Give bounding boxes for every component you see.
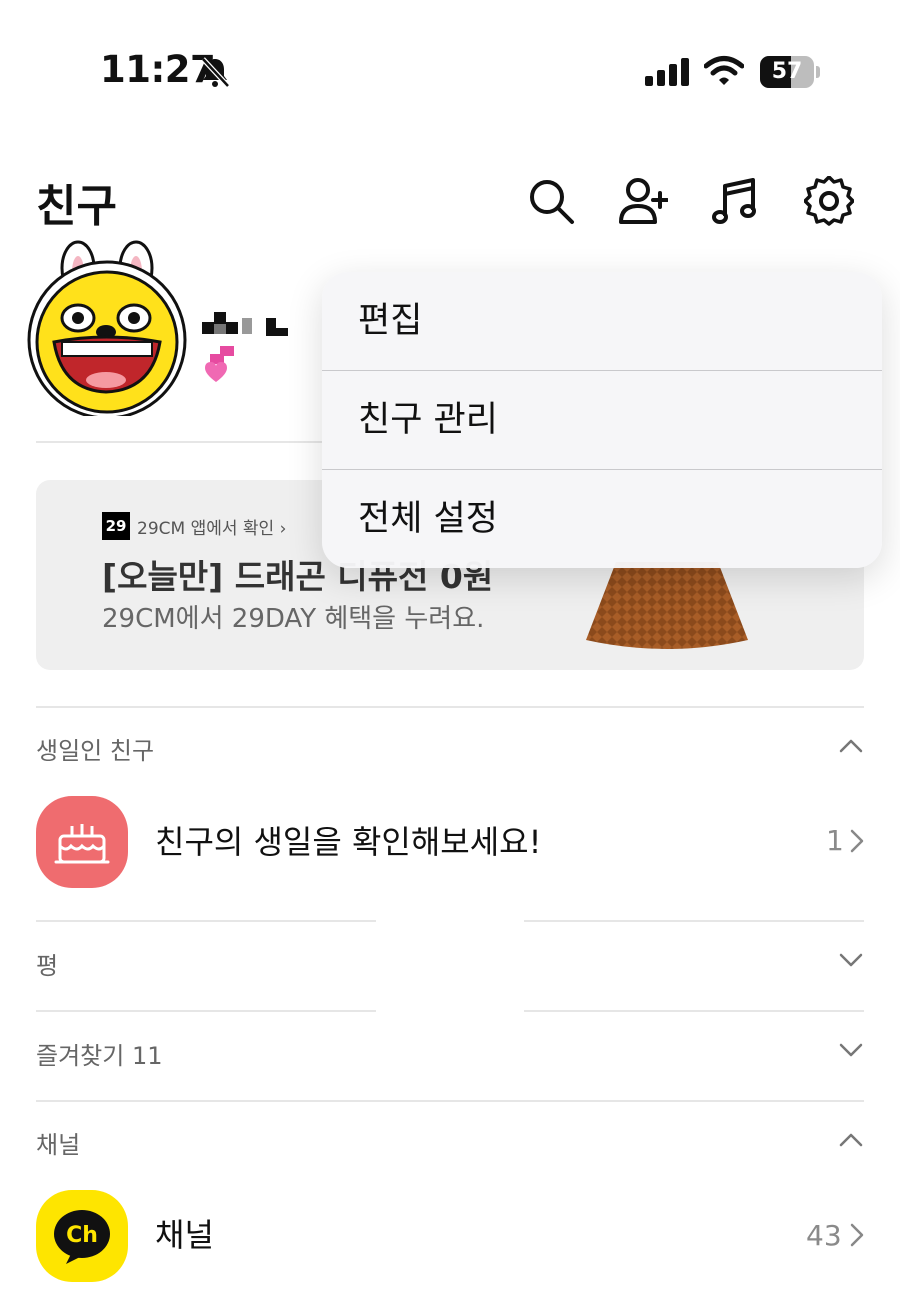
chevron-right-icon[interactable] (850, 829, 864, 853)
menu-item-edit[interactable]: 편집 (322, 272, 882, 370)
cake-icon (54, 824, 110, 864)
section-title-favorites: 즐겨찾기 11 (36, 1042, 163, 1070)
basket-image (586, 562, 748, 649)
section-divider (524, 1010, 864, 1012)
menu-item-manage-friends[interactable]: 친구 관리 (322, 371, 882, 469)
section-divider (36, 920, 376, 922)
profile-name-pixel-art (202, 312, 288, 382)
bell-slash-icon (201, 57, 230, 88)
wifi-icon (704, 56, 744, 85)
banner-subtitle: 29CM에서 29DAY 혜택을 누려요. (102, 604, 485, 634)
battery-icon: 57 (760, 56, 820, 88)
options-menu: 편집 친구 관리 전체 설정 (322, 272, 882, 568)
section-divider (36, 706, 864, 708)
channel-count: 43 (806, 1219, 842, 1252)
banner-kicker: 29CM 앱에서 확인 › (137, 519, 287, 539)
section-divider (524, 920, 864, 922)
chevron-up-icon[interactable] (836, 1130, 866, 1150)
add-friend-icon[interactable] (618, 176, 668, 226)
birthday-count: 1 (826, 824, 844, 857)
section-divider (36, 1010, 376, 1012)
chevron-up-icon[interactable] (836, 736, 866, 756)
section-title-birthday: 생일인 친구 (36, 737, 155, 765)
gear-icon[interactable] (804, 176, 854, 226)
section-divider (36, 1100, 864, 1102)
birthday-row-text[interactable]: 친구의 생일을 확인해보세요! (155, 817, 541, 863)
banner-brand-logo: 29 (102, 512, 130, 540)
page-title: 친구 (36, 181, 117, 232)
chevron-right-icon[interactable] (850, 1223, 864, 1247)
birthday-icon[interactable] (36, 796, 128, 888)
music-icon[interactable] (710, 176, 760, 226)
kakao-channel-logo-icon: Ch (54, 1210, 110, 1264)
chevron-down-icon[interactable] (836, 950, 866, 970)
battery-percentage: 57 (771, 59, 803, 84)
avatar[interactable] (26, 240, 190, 416)
channel-icon[interactable]: Ch (36, 1190, 128, 1282)
cellular-signal-icon (645, 58, 689, 86)
menu-item-all-settings[interactable]: 전체 설정 (322, 470, 882, 568)
chevron-down-icon[interactable] (836, 1040, 866, 1060)
channel-icon-text: Ch (66, 1223, 98, 1248)
section-title-pyeong: 평 (36, 952, 59, 980)
section-title-channel: 채널 (36, 1131, 81, 1159)
profile-divider (36, 441, 366, 443)
search-icon[interactable] (526, 176, 576, 226)
channel-row-text[interactable]: 채널 (155, 1210, 214, 1256)
